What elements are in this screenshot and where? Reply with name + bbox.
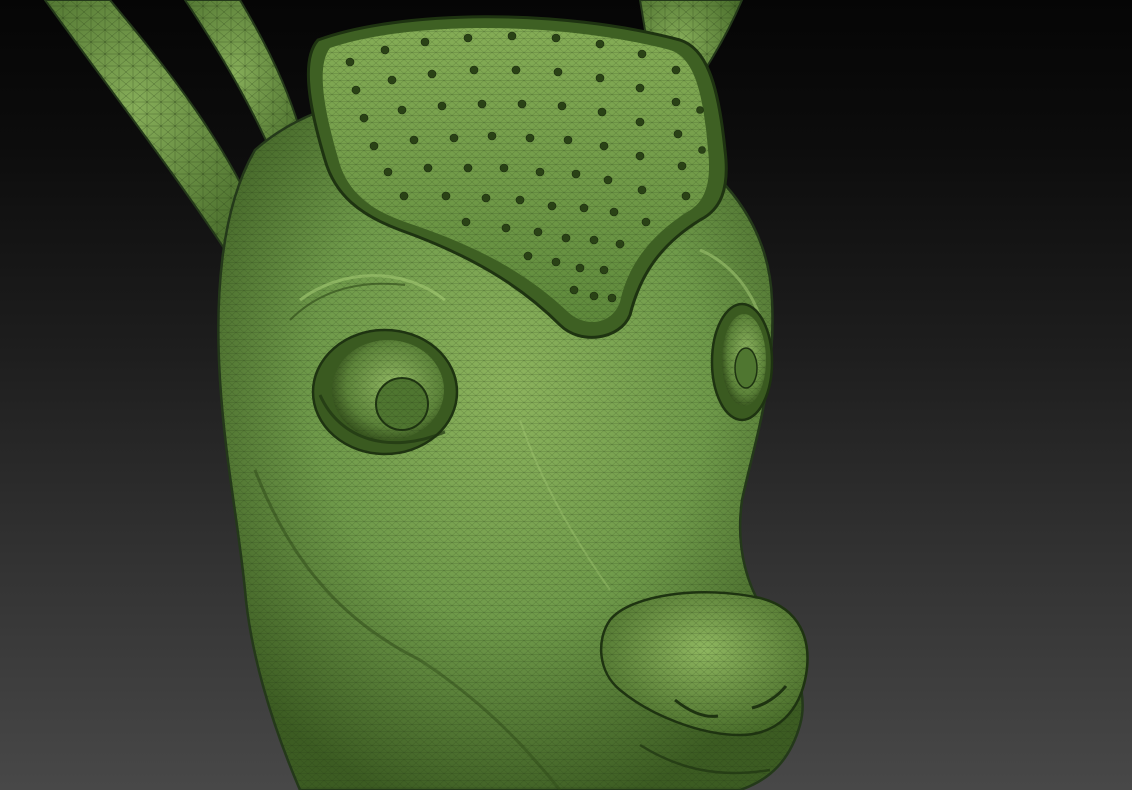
sculpt-viewport[interactable] <box>0 0 1132 790</box>
right-eye <box>710 302 774 422</box>
left-eye <box>311 328 459 456</box>
viewport-canvas[interactable] <box>0 0 1132 790</box>
